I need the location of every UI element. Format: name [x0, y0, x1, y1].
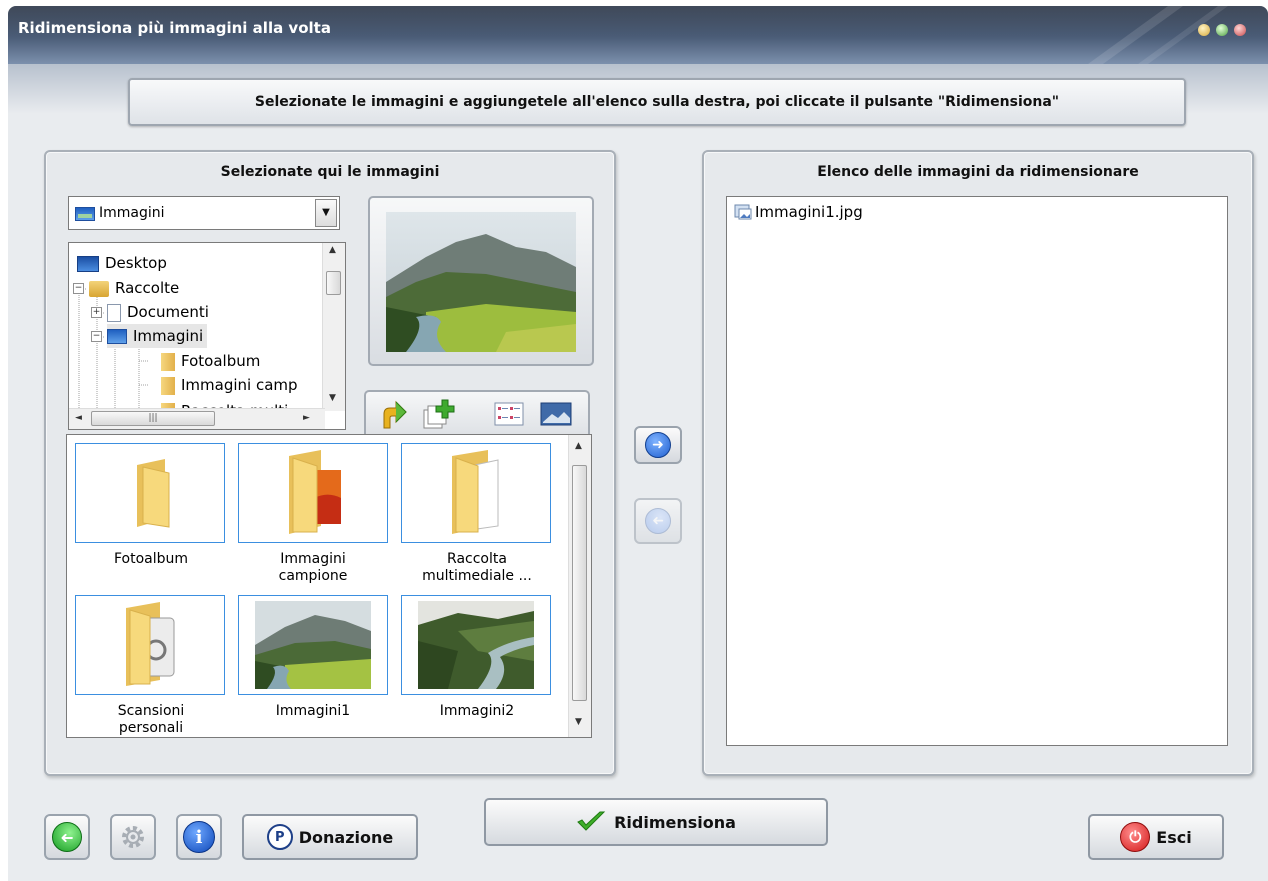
- add-images-icon[interactable]: [422, 398, 456, 430]
- tree-item-label: Immagini: [133, 327, 204, 345]
- collapse-icon[interactable]: −: [91, 331, 102, 342]
- title-bar: Ridimensiona più immagini alla volta: [8, 6, 1268, 64]
- image-grid[interactable]: Fotoalbum Immagini campione Raccolta multi…: [66, 434, 592, 738]
- grid-item-immagini1[interactable]: [238, 595, 388, 695]
- tree-item-label: Desktop: [105, 254, 167, 272]
- tree-item-label: Immagini camp: [181, 376, 298, 394]
- grid-item-caption: Immagini2: [439, 703, 515, 719]
- grid-item-immagini2[interactable]: [401, 595, 551, 695]
- up-folder-icon[interactable]: [380, 400, 410, 430]
- scrollbar-thumb[interactable]: [326, 271, 341, 295]
- image-thumbnail: [255, 601, 371, 689]
- scroll-down-icon[interactable]: ▼: [329, 393, 336, 403]
- back-button[interactable]: ➜: [44, 814, 90, 860]
- desktop-icon: [77, 255, 99, 272]
- instruction-text: Selezionate le immagini e aggiungetele a…: [254, 94, 1060, 110]
- tree-vertical-scrollbar[interactable]: ▲ ▼: [322, 243, 345, 411]
- list-item-label: Immagini1.jpg: [755, 203, 863, 221]
- libraries-icon: [89, 280, 109, 297]
- grid-item-caption: Raccolta multimediale ...: [422, 551, 532, 584]
- grid-item-raccolta-multimediale[interactable]: [401, 443, 551, 543]
- grid-item-fotoalbum[interactable]: [75, 443, 225, 543]
- info-icon: i: [183, 821, 215, 853]
- info-button[interactable]: i: [176, 814, 222, 860]
- scrollbar-thumb[interactable]: |||: [91, 411, 215, 426]
- scroll-right-icon[interactable]: ►: [303, 413, 310, 423]
- documents-icon: [107, 303, 121, 322]
- add-to-list-button[interactable]: ➜: [634, 426, 682, 464]
- view-thumbnails-icon[interactable]: [540, 402, 572, 426]
- landscape-preview-image: [386, 212, 576, 352]
- folder-documents-icon: [452, 450, 499, 534]
- grid-item-immagini-campione[interactable]: [238, 443, 388, 543]
- grid-item-caption: Fotoalbum: [113, 551, 189, 567]
- settings-button[interactable]: [110, 814, 156, 860]
- pictures-icon: [107, 329, 127, 344]
- tree-item-label: Fotoalbum: [181, 352, 261, 370]
- close-window-button[interactable]: [1234, 24, 1246, 36]
- image-file-icon: [734, 204, 752, 220]
- left-panel-title: Selezionate qui le immagini: [220, 164, 440, 180]
- tree-item-documenti[interactable]: Documenti: [107, 300, 209, 324]
- arrow-left-icon: ➜: [645, 508, 671, 534]
- exit-button[interactable]: ⏻ Esci: [1088, 814, 1224, 860]
- right-panel-title: Elenco delle immagini da ridimensionare: [817, 164, 1139, 180]
- minimize-button[interactable]: [1198, 24, 1210, 36]
- folder-icon: [137, 459, 170, 528]
- donate-label: Donazione: [298, 827, 394, 847]
- scrollbar-thumb[interactable]: [572, 465, 587, 701]
- tree-horizontal-scrollbar[interactable]: ◄ ||| ►: [69, 408, 325, 429]
- scroll-left-icon[interactable]: ◄: [75, 413, 82, 423]
- arrow-left-icon: ➜: [52, 822, 82, 852]
- folder-scans-icon: [126, 602, 175, 686]
- paypal-icon: P: [266, 824, 293, 850]
- tree-item-immagini-campione[interactable]: Immagini camp: [161, 373, 298, 397]
- grid-vertical-scrollbar[interactable]: ▲ ▼: [568, 435, 591, 737]
- donate-button[interactable]: P Donazione: [242, 814, 418, 860]
- tree-item-label: Raccolte: [115, 279, 180, 297]
- expand-icon[interactable]: +: [91, 307, 102, 318]
- folder-tree[interactable]: Desktop − Raccolte + Documenti − Immagin…: [68, 242, 346, 430]
- grid-toolbar: [364, 390, 590, 434]
- folder-combo[interactable]: Immagini ▼: [68, 196, 340, 230]
- remove-from-list-button[interactable]: ➜: [634, 498, 682, 544]
- maximize-button[interactable]: [1216, 24, 1228, 36]
- power-icon: ⏻: [1120, 822, 1151, 852]
- exit-label: Esci: [1156, 827, 1192, 847]
- view-list-icon[interactable]: [494, 402, 524, 426]
- chevron-down-icon[interactable]: ▼: [315, 199, 337, 227]
- scroll-up-icon[interactable]: ▲: [329, 245, 336, 255]
- grid-item-caption: Immagini campione: [278, 551, 348, 584]
- resize-list[interactable]: Immagini1.jpg: [726, 196, 1228, 746]
- collapse-icon[interactable]: −: [73, 283, 84, 294]
- checkmark-icon: [577, 811, 606, 831]
- image-thumbnail: [418, 601, 534, 689]
- instruction-banner: Selezionate le immagini e aggiungetele a…: [128, 78, 1186, 126]
- grid-item-scansioni-personali[interactable]: [75, 595, 225, 695]
- scroll-down-icon[interactable]: ▼: [575, 717, 582, 727]
- scroll-up-icon[interactable]: ▲: [575, 441, 582, 451]
- arrow-right-icon: ➜: [645, 432, 671, 458]
- window-title: Ridimensiona più immagini alla volta: [18, 19, 331, 37]
- folder-pictures-icon: [289, 450, 341, 534]
- gear-icon: [122, 826, 144, 848]
- list-item[interactable]: Immagini1.jpg: [733, 203, 863, 221]
- grid-item-caption: Immagini1: [275, 703, 351, 719]
- folder-combo-value: Immagini: [99, 205, 165, 221]
- tree-item-immagini[interactable]: Immagini: [107, 324, 208, 348]
- tree-item-raccolte[interactable]: Raccolte: [89, 276, 179, 300]
- tree-item-fotoalbum[interactable]: Fotoalbum: [161, 349, 260, 373]
- tree-item-label: Documenti: [127, 303, 209, 321]
- app-window: Ridimensiona più immagini alla volta Sel…: [8, 6, 1268, 881]
- resize-label: Ridimensiona: [614, 812, 736, 832]
- grid-item-caption: Scansioni personali: [117, 703, 185, 736]
- image-preview-frame: [368, 196, 594, 366]
- pictures-folder-icon: [75, 207, 95, 221]
- resize-button[interactable]: Ridimensiona: [484, 798, 828, 846]
- tree-item-desktop[interactable]: Desktop: [77, 251, 167, 275]
- folder-icon: [161, 352, 175, 371]
- folder-icon: [161, 376, 175, 395]
